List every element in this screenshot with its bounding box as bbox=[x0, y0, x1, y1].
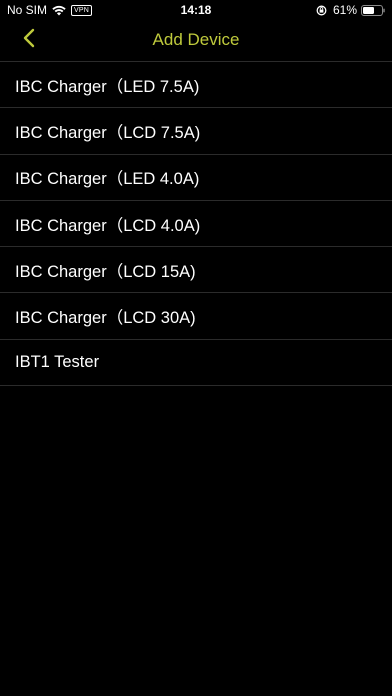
device-list: IBC Charger（LED 7.5A) IBC Charger（LCD 7.… bbox=[0, 61, 392, 387]
list-item-label: IBC Charger（LCD 7.5A) bbox=[15, 123, 201, 142]
rotation-lock-icon bbox=[316, 5, 327, 16]
page-title: Add Device bbox=[152, 30, 240, 49]
list-item-label: IBC Charger（LCD 30A) bbox=[15, 309, 196, 328]
list-item-ibc-charger-led-4-0a[interactable]: IBC Charger（LED 4.0A) bbox=[0, 155, 392, 201]
nav-bar: Add Device bbox=[0, 20, 392, 61]
list-item-ibc-charger-lcd-4-0a[interactable]: IBC Charger（LCD 4.0A) bbox=[0, 201, 392, 248]
list-item-label: IBC Charger（LCD 4.0A) bbox=[15, 216, 201, 235]
status-bar: No SIM VPN 14:18 61% bbox=[0, 0, 392, 20]
battery-icon bbox=[361, 4, 385, 16]
list-item-label: IBC Charger（LED 4.0A) bbox=[15, 170, 200, 189]
list-item-ibc-charger-lcd-30a[interactable]: IBC Charger（LCD 30A) bbox=[0, 293, 392, 340]
status-right: 61% bbox=[316, 3, 385, 17]
list-item-ibc-charger-led-7-5a[interactable]: IBC Charger（LED 7.5A) bbox=[0, 62, 392, 109]
list-item-label: IBC Charger（LED 7.5A) bbox=[15, 77, 200, 96]
list-item-label: IBT1 Tester bbox=[15, 352, 100, 371]
list-item-ibc-charger-lcd-7-5a[interactable]: IBC Charger（LCD 7.5A) bbox=[0, 108, 392, 155]
battery-percent: 61% bbox=[332, 3, 357, 17]
list-item-label: IBC Charger（LCD 15A) bbox=[15, 262, 196, 281]
list-item-ibc-charger-lcd-15a[interactable]: IBC Charger（LCD 15A) bbox=[0, 247, 392, 294]
screen: No SIM VPN 14:18 61% Add Device IBC Char… bbox=[0, 0, 392, 696]
list-item-ibt1-tester[interactable]: IBT1 Tester bbox=[0, 340, 392, 387]
